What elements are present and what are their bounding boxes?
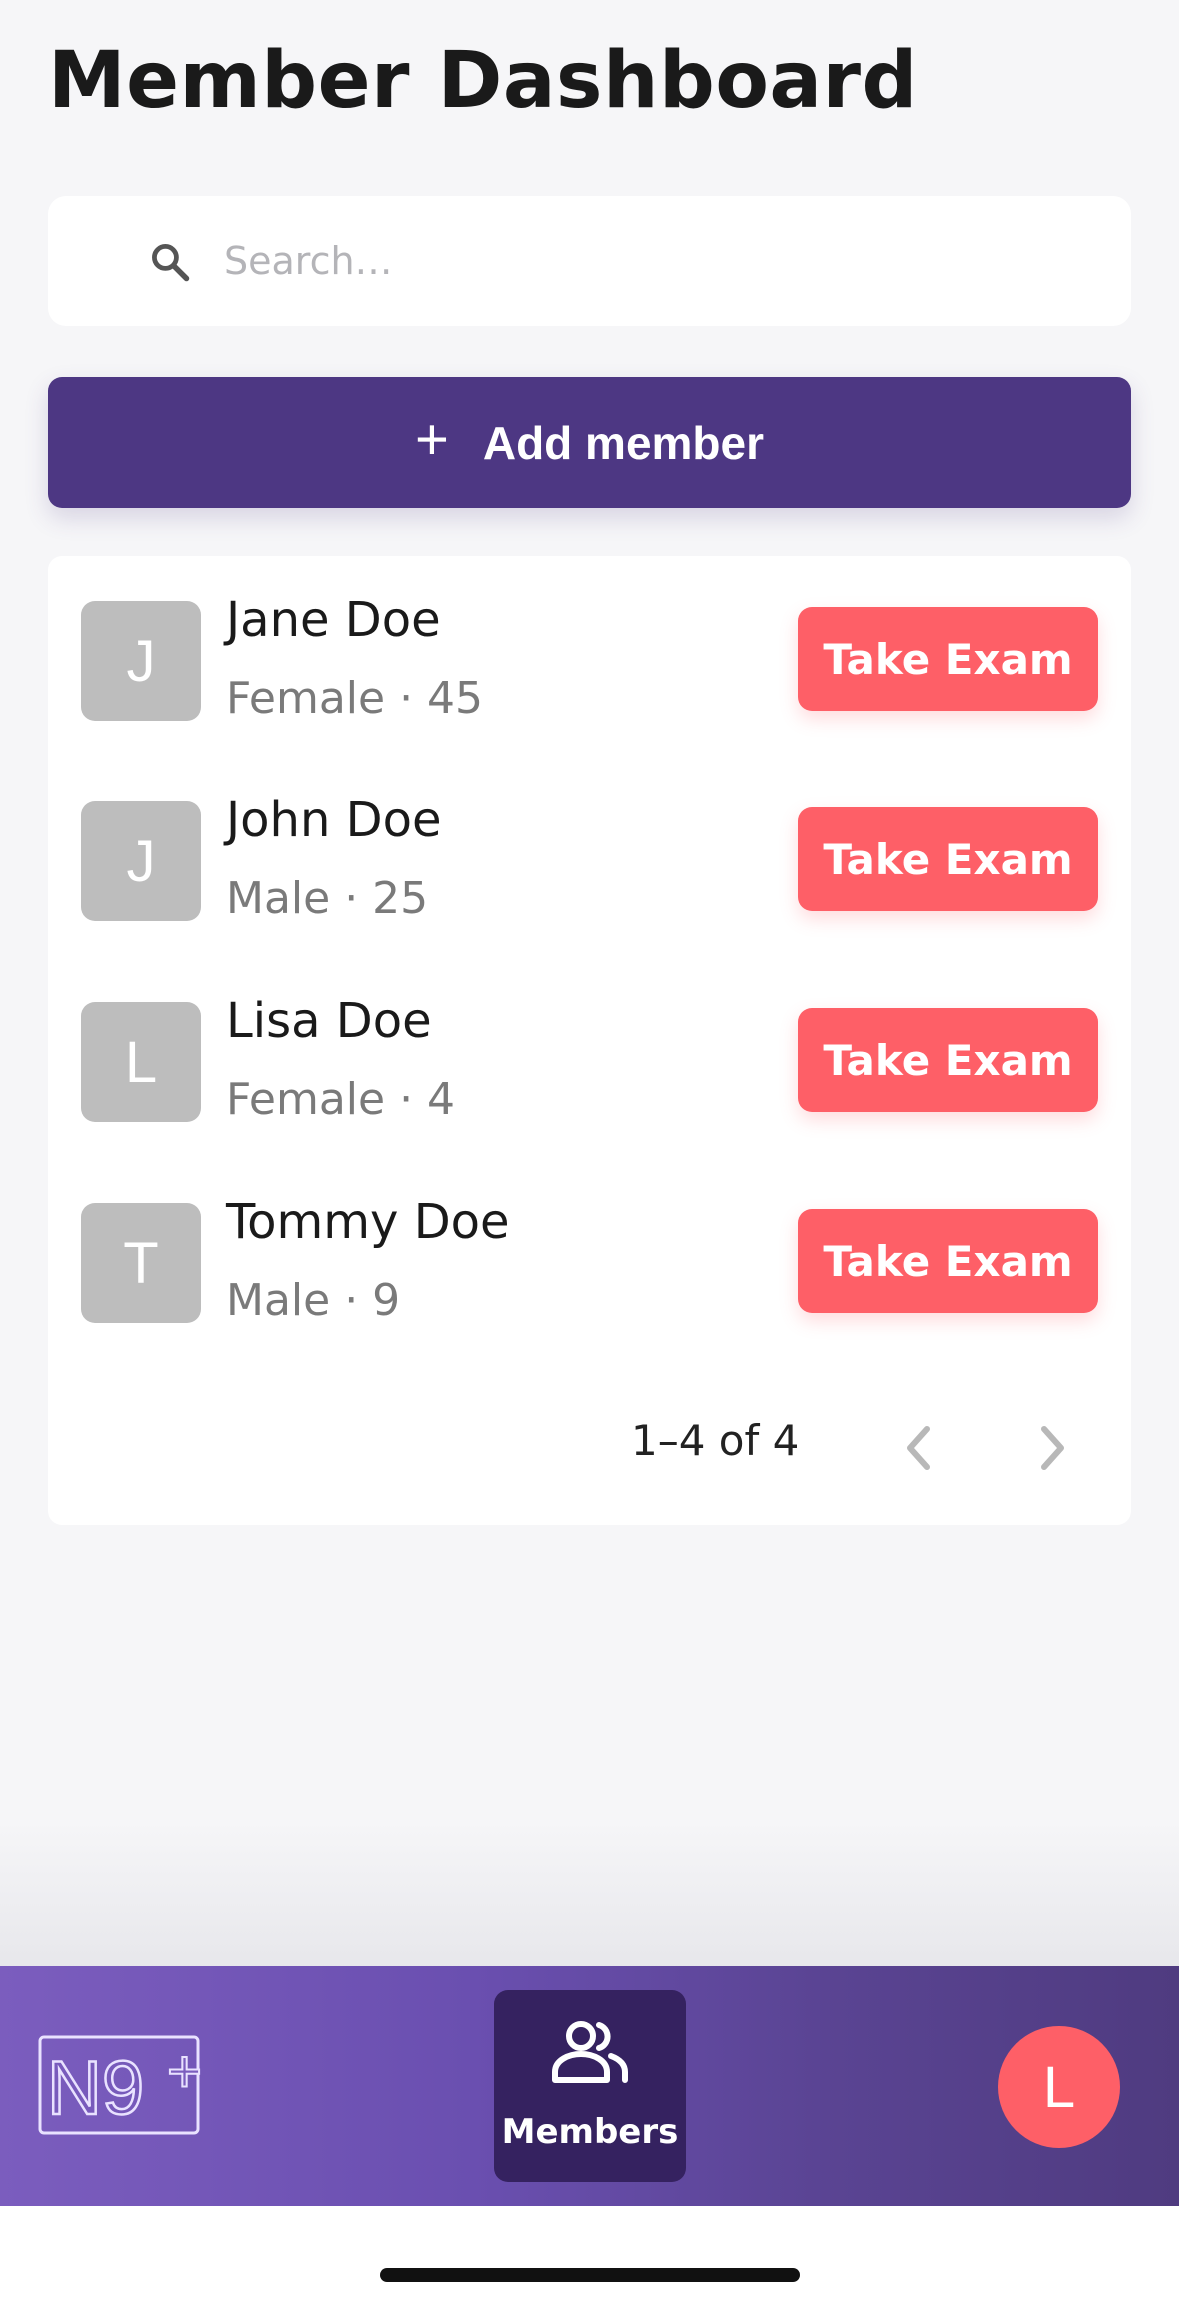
pagination-range: 1–4 of 4 [631,1416,800,1465]
member-list-card: J Jane Doe Female · 45 Take Exam J John … [48,556,1131,1525]
search-icon [152,244,190,282]
member-avatar: T [81,1203,201,1323]
tab-members-label: Members [501,2112,679,2152]
svg-text:+: + [167,2038,202,2105]
tab-members[interactable]: Members [494,1990,686,2182]
next-page-button[interactable] [1023,1418,1083,1478]
member-row: L Lisa Doe Female · 4 Take Exam [48,957,1131,1157]
chevron-left-icon [907,1426,930,1470]
user-avatar[interactable]: L [998,2026,1120,2148]
member-details: Male · 9 [226,1275,401,1326]
take-exam-button[interactable]: Take Exam [798,607,1098,711]
add-member-button[interactable]: + Add member [48,377,1131,508]
member-name: John Doe [226,792,442,848]
member-row: J John Doe Male · 25 Take Exam [48,756,1131,956]
member-name: Jane Doe [226,592,441,648]
take-exam-button[interactable]: Take Exam [798,1209,1098,1313]
take-exam-button[interactable]: Take Exam [798,807,1098,911]
take-exam-button[interactable]: Take Exam [798,1008,1098,1112]
n9-logo: N9 + [38,2035,203,2135]
bottom-fade [0,1820,1179,1966]
member-details: Female · 45 [226,673,484,724]
bottom-navigation: N9 + Members L [0,1966,1179,2206]
member-name: Lisa Doe [226,993,432,1049]
member-details: Female · 4 [226,1074,456,1125]
search-bar[interactable] [48,196,1131,326]
previous-page-button[interactable] [888,1418,948,1478]
chevron-right-icon [1041,1426,1064,1470]
member-avatar: L [81,1002,201,1122]
people-icon [552,2021,628,2083]
svg-text:N9: N9 [47,2046,144,2131]
page-title: Member Dashboard [48,36,918,126]
safe-area [0,2206,1179,2309]
member-avatar: J [81,601,201,721]
search-input[interactable] [224,226,1084,296]
member-details: Male · 25 [226,873,429,924]
member-row: J Jane Doe Female · 45 Take Exam [48,556,1131,756]
plus-icon: + [414,406,449,472]
member-row: T Tommy Doe Male · 9 Take Exam [48,1158,1131,1358]
pagination: 1–4 of 4 [48,1394,1131,1504]
add-member-label: Add member [482,416,765,469]
member-name: Tommy Doe [226,1194,510,1250]
home-indicator [380,2268,800,2282]
member-avatar: J [81,801,201,921]
